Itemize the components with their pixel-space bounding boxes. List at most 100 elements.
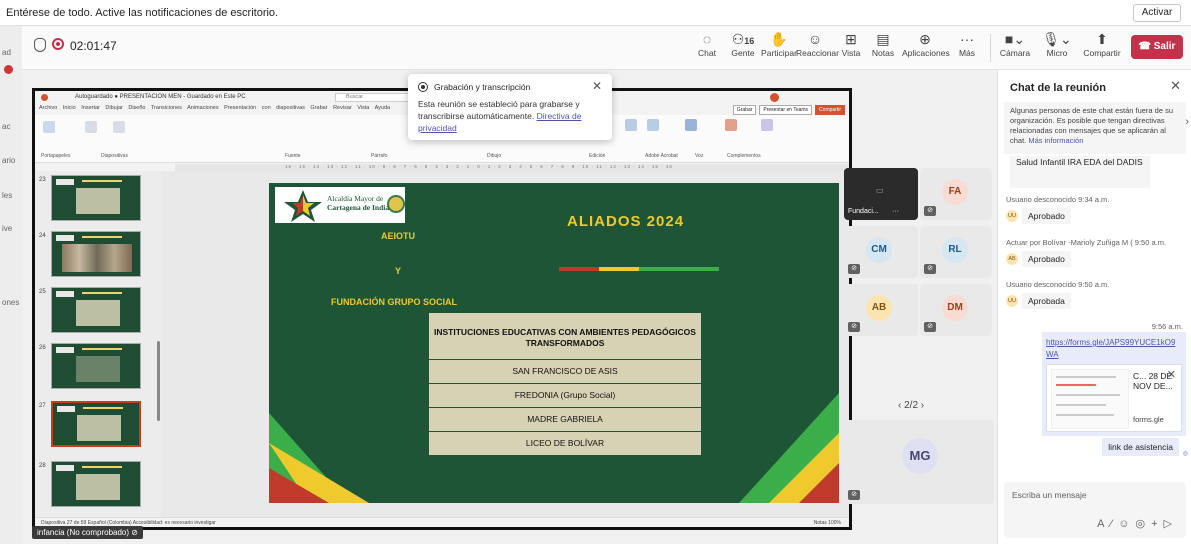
thumbnail-row: 28 [35, 461, 161, 513]
participant-tile-large[interactable]: MG ⊘ [844, 420, 994, 504]
powerpoint-window: Autoguardado ● PRESENTACION MEN - Guarda… [35, 91, 849, 527]
thumbnail-number: 24 [39, 233, 46, 239]
logo-text: Alcaldía Mayor de Cartagena de Indias [327, 194, 392, 212]
close-icon[interactable]: ✕ [592, 79, 602, 93]
rail-label[interactable]: ive [2, 224, 12, 233]
leave-button[interactable]: ☎ Salir [1131, 35, 1183, 59]
ppt-ruler: 16 · 15 · 14 · 13 · 12 · 11 · 10 · 9 · 8… [175, 164, 849, 171]
seen-icon: ◎ [1182, 451, 1188, 457]
emoji-icon[interactable]: ☺ [1118, 518, 1135, 530]
share-icon: ⬆ [1096, 31, 1108, 47]
close-icon[interactable]: ✕ [1170, 78, 1181, 94]
compose-actions: A⁄☺◎+▷ [1097, 517, 1178, 530]
message-text: Aprobada [1022, 293, 1071, 309]
avatar: MG [902, 438, 938, 474]
mic-off-icon: ⊘ [131, 528, 138, 537]
rail-label[interactable]: ones [2, 298, 19, 307]
apps-button[interactable]: ⊕ Aplicaciones [902, 30, 950, 66]
more-info-link[interactable]: Más información [1028, 136, 1083, 145]
slide-conjunction: Y [395, 266, 402, 276]
thumbnail-number: 23 [39, 177, 46, 183]
preview-thumbnail [1051, 369, 1129, 429]
notification-text: Entérese de todo. Active las notificacio… [6, 7, 279, 19]
table-row: MADRE GABRIELA [429, 408, 701, 431]
my-message: link de asistencia [1102, 438, 1179, 456]
rail-label[interactable]: ad [2, 48, 11, 57]
loop-icon[interactable]: ◎ [1135, 518, 1151, 530]
ppt-status-bar: Diapositiva 27 de 59 Español (Colombia) … [35, 517, 849, 527]
send-icon[interactable]: ▷ [1164, 518, 1178, 530]
participant-tile[interactable]: AB ⊘ [844, 284, 918, 336]
rail-label[interactable]: ario [2, 156, 15, 165]
plus-icon: ⊕ [919, 31, 931, 47]
preview-domain: forms.gle [1133, 415, 1164, 424]
participant-tile[interactable]: RL ⊘ [920, 226, 992, 278]
thumbnail-number: 25 [39, 289, 46, 295]
format-icon[interactable]: A⁄ [1097, 518, 1118, 530]
notes-button[interactable]: ▤ Notas [864, 30, 902, 66]
more-button[interactable]: ··· Más [948, 30, 986, 66]
slide-thumbnail [51, 231, 141, 277]
mic-off-icon: ⊘ [924, 206, 936, 216]
message-text: Aprobado [1022, 208, 1071, 224]
participant-tile[interactable]: FA ⊘ [920, 168, 992, 220]
addins-icon [725, 119, 737, 131]
flag-stripe [559, 267, 719, 271]
slide-title: ALIADOS 2024 [567, 213, 685, 230]
share-button[interactable]: ⬆ Compartir [1080, 30, 1124, 66]
divider [990, 34, 991, 62]
link-preview-card[interactable]: C... 28 DE NOV DE... ✕ forms.gle [1046, 364, 1182, 432]
external-notice: Algunas personas de este chat están fuer… [1004, 102, 1186, 154]
plus-icon[interactable]: + [1151, 518, 1163, 530]
ppt-status-right: Notas 100% [813, 520, 841, 526]
hand-icon: ✋ [770, 31, 788, 47]
share-label: Compartir [1083, 48, 1121, 58]
avatar: FA [942, 179, 968, 205]
activate-notifications-button[interactable]: Activar [1133, 4, 1181, 22]
close-icon[interactable]: ✕ [1167, 368, 1176, 381]
thumbnail-number: 27 [39, 403, 46, 409]
participant-tile[interactable]: CM ⊘ [844, 226, 918, 278]
forms-link[interactable]: https://forms.gle/JAPS99YUCE1kO9WA [1046, 338, 1175, 359]
raise-hand-button[interactable]: ✋ Participar [760, 30, 798, 66]
designer-icon [761, 119, 773, 131]
people-button[interactable]: ⚇16 Gente [724, 30, 762, 66]
rail-label[interactable]: ac [2, 122, 10, 131]
people-label: Gente [731, 48, 755, 58]
institutions-table: INSTITUCIONES EDUCATIVAS CON AMBIENTES P… [429, 313, 701, 455]
chat-button[interactable]: ◌ Chat [688, 30, 726, 66]
avatar: AB [866, 295, 892, 321]
presenter-name: infancia (No comprobado) ⊘ [32, 526, 143, 539]
slide-thumbnail [51, 287, 141, 333]
mic-button[interactable]: 🎙⌄ Micro [1038, 30, 1076, 66]
pager-text: 2/2 [904, 400, 919, 411]
participant-tile-self[interactable]: ▭ Fundaci... ··· [844, 168, 918, 220]
table-row: LICEO DE BOLÍVAR [429, 432, 701, 455]
ppt-record: Grabar [732, 105, 757, 115]
react-button[interactable]: ☺ Reaccionar [796, 30, 839, 66]
participants-pager[interactable]: ‹ 2/2 › [898, 400, 924, 411]
rail-label[interactable]: les [2, 191, 12, 200]
chat-message: UU Aprobada [1006, 293, 1071, 309]
slide-thumbnail [51, 461, 141, 507]
table-row: FREDONIA (Grupo Social) [429, 384, 701, 407]
ribbon-group: Dibujo [487, 153, 502, 159]
notes-icon: ▤ [876, 31, 890, 47]
message-composer[interactable]: Escriba un mensaje A⁄☺◎+▷ [1004, 482, 1186, 538]
camera-button[interactable]: ■⌄ Cámara [996, 30, 1034, 66]
chevron-right-icon[interactable]: › [1185, 116, 1189, 128]
ppt-record-actions: Grabar Presentar en Teams Compartir [730, 105, 845, 115]
logo-line-2: Cartagena de Indias [327, 203, 393, 212]
ppt-share: Compartir [815, 105, 845, 115]
compose-placeholder: Escriba un mensaje [1012, 490, 1087, 500]
mic-off-icon: ⊘ [848, 322, 860, 332]
participant-tile[interactable]: DM ⊘ [920, 284, 992, 336]
shield-icon [34, 38, 46, 52]
more-icon[interactable]: ··· [892, 208, 899, 215]
chat-title: Chat de la reunión [1010, 82, 1106, 94]
rail-badge [4, 65, 13, 74]
avatar: DM [942, 295, 968, 321]
thumbnail-row: 27 [35, 401, 161, 453]
people-count: 16 [744, 36, 755, 46]
notes-label: Notas [871, 48, 895, 58]
